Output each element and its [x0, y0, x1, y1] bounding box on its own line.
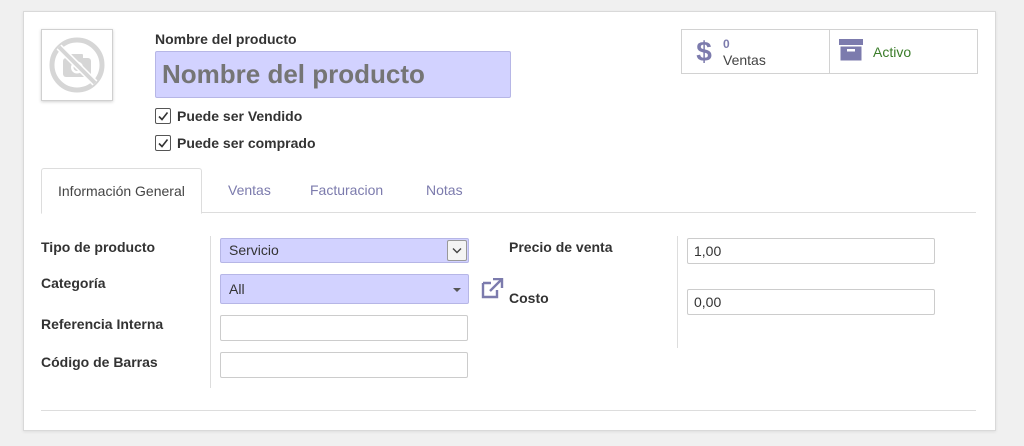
- checkmark-icon: [158, 139, 169, 148]
- product-type-label: Tipo de producto: [41, 239, 156, 255]
- tab-general-info[interactable]: Información General: [41, 168, 202, 214]
- active-toggle-button[interactable]: Activo: [830, 30, 977, 73]
- cost-input[interactable]: [687, 289, 935, 315]
- product-name-label: Nombre del producto: [155, 31, 297, 47]
- can-be-sold-checkbox[interactable]: [155, 108, 171, 124]
- barcode-input[interactable]: [220, 352, 468, 378]
- internal-ref-input[interactable]: [220, 315, 468, 341]
- smart-buttons: $ 0 Ventas Activo: [681, 29, 978, 74]
- tab-notes[interactable]: Notas: [426, 168, 463, 212]
- active-label: Activo: [873, 43, 912, 60]
- product-name-input[interactable]: [155, 51, 511, 98]
- sale-price-label: Precio de venta: [509, 239, 613, 255]
- category-label: Categoría: [41, 275, 106, 291]
- can-be-sold-label: Puede ser Vendido: [177, 108, 303, 124]
- tab-sales[interactable]: Ventas: [228, 168, 271, 212]
- checkmark-icon: [158, 112, 169, 121]
- sales-count: 0: [723, 36, 730, 51]
- can-be-sold-row[interactable]: Puede ser Vendido: [155, 108, 302, 124]
- can-be-purchased-checkbox[interactable]: [155, 135, 171, 151]
- tab-invoicing[interactable]: Facturacion: [310, 168, 383, 212]
- can-be-purchased-label: Puede ser comprado: [177, 135, 316, 151]
- dollar-icon: $: [696, 35, 712, 67]
- product-form-sheet: Nombre del producto Puede ser Vendido Pu…: [23, 11, 996, 431]
- internal-ref-label: Referencia Interna: [41, 316, 164, 332]
- product-type-value: Servicio: [229, 242, 279, 258]
- cost-label: Costo: [509, 290, 549, 306]
- form-bottom-divider: [41, 410, 976, 411]
- can-be-purchased-row[interactable]: Puede ser comprado: [155, 135, 316, 151]
- sales-smart-button[interactable]: $ 0 Ventas: [682, 30, 830, 73]
- sales-label: Ventas: [723, 51, 766, 68]
- category-value: All: [229, 281, 245, 297]
- chevron-down-icon[interactable]: [447, 240, 467, 261]
- product-type-select[interactable]: Servicio: [220, 238, 469, 263]
- caret-down-icon[interactable]: [453, 288, 461, 292]
- left-column-divider: [210, 236, 211, 388]
- archive-icon: [838, 38, 864, 65]
- external-link-icon[interactable]: [480, 277, 504, 303]
- category-select[interactable]: All: [220, 274, 469, 304]
- right-column-divider: [677, 236, 678, 348]
- sale-price-input[interactable]: [687, 238, 935, 264]
- product-image[interactable]: [41, 29, 113, 101]
- barcode-label: Código de Barras: [41, 354, 158, 370]
- camera-no-image-icon: [49, 37, 105, 93]
